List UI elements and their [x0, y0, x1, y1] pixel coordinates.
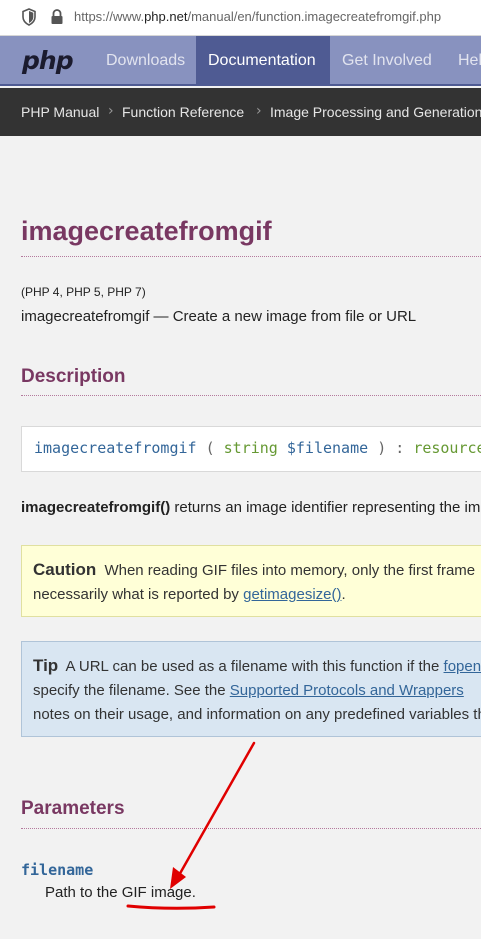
version-info: (PHP 4, PHP 5, PHP 7) — [21, 285, 146, 299]
divider — [21, 395, 481, 396]
caution-box: Caution When reading GIF files into memo… — [21, 545, 481, 617]
synopsis-function-name: imagecreatefromgif — [34, 439, 197, 457]
synopsis-param-type[interactable]: string — [224, 439, 278, 457]
lock-icon[interactable] — [50, 8, 64, 26]
breadcrumb-php-manual[interactable]: PHP Manual — [21, 104, 99, 120]
url-text[interactable]: https://www.php.net/manual/en/function.i… — [74, 9, 441, 24]
tip-text-line1: A URL can be used as a filename with thi… — [65, 658, 444, 675]
description-heading: Description — [21, 366, 126, 387]
divider — [21, 256, 481, 257]
caution-label: Caution — [33, 560, 97, 579]
synopsis-return-type[interactable]: resource — [413, 439, 481, 457]
breadcrumb: PHP Manual › Function Reference › Image … — [0, 88, 481, 136]
method-synopsis: imagecreatefromgif ( string $filename ) … — [21, 426, 481, 472]
tip-text-line2: specify the filename. See the — [33, 682, 230, 699]
breadcrumb-image-processing[interactable]: Image Processing and Generation — [270, 104, 481, 120]
main-content: imagecreatefromgif (PHP 4, PHP 5, PHP 7)… — [0, 136, 481, 939]
breadcrumb-function-reference[interactable]: Function Reference — [122, 104, 244, 120]
caution-text-end: . — [341, 586, 346, 603]
shield-icon[interactable] — [21, 8, 37, 26]
parameter-name: filename — [21, 861, 94, 879]
tip-label: Tip — [33, 656, 59, 675]
description-body: returns an image identifier representing… — [174, 499, 481, 516]
getimagesize-link[interactable]: getimagesize() — [243, 586, 341, 603]
caution-text-line1: When reading GIF files into memory, only… — [104, 562, 480, 579]
tip-box: Tip A URL can be used as a filename with… — [21, 641, 481, 737]
description-text: imagecreatefromgif() returns an image id… — [21, 499, 481, 516]
tip-text-line3: notes on their usage, and information on… — [33, 706, 481, 723]
parameter-description: Path to the GIF image. — [45, 884, 196, 901]
breadcrumb-separator-icon: › — [256, 103, 262, 119]
ref-purpose: imagecreatefromgif — Create a new image … — [21, 308, 417, 325]
divider — [21, 828, 481, 829]
page-title: imagecreatefromgif — [21, 216, 272, 246]
description-function: imagecreatefromgif() — [21, 499, 171, 516]
fopen-wrappers-link[interactable]: fopen wrappers — [444, 658, 481, 675]
nav-get-involved[interactable]: Get Involved — [330, 36, 444, 84]
nav-downloads[interactable]: Downloads — [94, 36, 197, 84]
breadcrumb-separator-icon: › — [108, 103, 114, 119]
supported-protocols-link[interactable]: Supported Protocols and Wrappers — [230, 682, 464, 699]
synopsis-param-name: $filename — [286, 439, 369, 457]
caution-text-line2: necessarily what is reported by — [33, 586, 244, 603]
php-logo[interactable]: php — [22, 46, 74, 75]
top-navigation: php Downloads Documentation Get Involved… — [0, 36, 481, 86]
synopsis-close-paren: ) : — [377, 439, 405, 457]
parameters-heading: Parameters — [21, 798, 125, 819]
synopsis-open-paren: ( — [205, 439, 215, 457]
nav-help[interactable]: Help — [446, 36, 481, 84]
browser-url-bar[interactable]: https://www.php.net/manual/en/function.i… — [0, 0, 481, 36]
nav-documentation[interactable]: Documentation — [196, 36, 330, 84]
